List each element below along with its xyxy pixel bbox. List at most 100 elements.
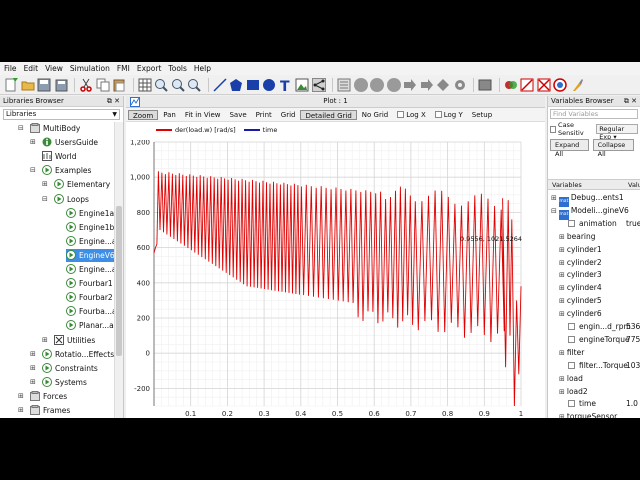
pan-button[interactable]: Pan [159,110,180,120]
variable-value[interactable]: 1.0 [626,397,638,410]
expand-icon[interactable]: ⊞ [551,194,557,202]
detailed-grid-button[interactable]: Detailed Grid [300,109,357,120]
plot-variable-checkbox[interactable] [568,335,575,343]
expand-icon[interactable]: ⊞ [559,388,565,396]
library-item-systems[interactable]: ⊞ Systems [30,376,87,389]
legend-label-time[interactable]: time [263,126,278,134]
collapse-icon[interactable]: ⊟ [18,122,24,135]
check-all-icon[interactable] [353,77,368,92]
variables-column-name[interactable]: Variables [552,180,582,190]
library-item-planar-alytic[interactable]: Planar...alytic [66,319,114,332]
library-item-engine1b[interactable]: Engine1b [66,221,114,234]
variable-value[interactable]: 103 [626,359,640,372]
library-item-constraints[interactable]: ⊞ Constraints [30,362,98,375]
rectangle-tool-icon[interactable] [246,78,260,92]
zoom-fit-icon[interactable] [187,78,201,92]
expand-icon[interactable]: ⊞ [30,362,36,375]
grid-button[interactable]: Grid [277,110,300,120]
expand-all-button[interactable]: Expand All [550,139,589,158]
plot-canvas[interactable]: 1,200 1,000 800 600 400 200 0 -200 0.1 0.2 0.3 0.4 0… [126,140,545,418]
log-x-checkbox[interactable] [397,110,405,118]
expand-icon[interactable]: ⊞ [559,413,565,418]
regex-select[interactable]: Regular Exp ▾ [596,124,638,141]
variable-item-animation[interactable]: animation true [559,217,640,230]
expand-icon[interactable]: ⊞ [559,233,565,241]
variable-item-filter-torque[interactable]: filter...Torque 103 [559,359,640,372]
simulate-icon[interactable] [403,78,417,92]
library-item-engine1a[interactable]: Engine1a [66,207,114,220]
plot-variable-checkbox[interactable] [568,323,575,330]
array-plot-icon[interactable] [553,77,567,92]
variable-value[interactable]: 536 [626,320,640,333]
zoom-out-icon[interactable] [171,78,185,92]
plot-variable-checkbox[interactable] [568,219,575,227]
panel-controls-icon[interactable]: ⧉ ✕ [107,96,120,107]
expand-icon[interactable]: ⊞ [559,246,565,254]
expand-icon[interactable]: ⊞ [18,404,24,417]
open-folder-icon[interactable] [21,78,35,92]
save-all-icon[interactable] [54,78,68,92]
variable-item-load[interactable]: ⊞ load [559,372,583,385]
library-item-rotatio-effects[interactable]: ⊞ Rotatio...Effects [30,348,114,361]
validate-icon[interactable] [386,77,401,92]
log-x-option[interactable]: Log X [393,110,430,120]
no-grid-button[interactable]: No Grid [358,110,392,120]
library-item-examples[interactable]: ⊟ Examples [30,164,91,177]
library-item-frames[interactable]: ⊞ Frames [18,404,70,417]
expand-icon[interactable]: ⊞ [30,376,36,389]
menu-help[interactable]: Help [194,64,211,73]
polygon-tool-icon[interactable] [229,78,243,92]
libraries-combo[interactable]: Libraries ▼ [3,109,120,120]
plot-window-icon[interactable] [478,78,492,92]
variable-item-engin-d-rpm[interactable]: engin...d_rpm 536 [559,320,640,333]
case-sensitive-checkbox[interactable] [550,125,557,133]
variable-item-modeli-ginev6[interactable]: ⊟ mat Modeli...gineV6 [551,204,629,220]
variable-item-cylinder4[interactable]: ⊞ cylinder4 [559,281,602,294]
zoom-button[interactable]: Zoom [128,109,159,120]
menu-file[interactable]: File [4,64,17,73]
check-model-icon[interactable] [337,78,351,92]
library-item-loops[interactable]: ⊟ Loops [42,193,89,206]
collapse-icon[interactable]: ⊟ [551,207,557,215]
library-item-fourbar2[interactable]: Fourbar2 [66,291,113,304]
grid-icon[interactable] [138,78,152,92]
library-item-world[interactable]: World [42,150,77,163]
line-tool-icon[interactable] [212,77,227,92]
copy-icon[interactable] [96,78,110,92]
variable-value[interactable]: 775 [626,333,640,346]
variable-item-filter[interactable]: ⊞ filter [559,346,584,359]
expand-icon[interactable]: ⊞ [42,178,48,191]
variable-item-enginetorque[interactable]: engineTorque 775 [559,333,640,346]
find-variables-input[interactable]: Find Variables [550,109,638,119]
ellipse-tool-icon[interactable] [262,78,276,92]
setup-button[interactable]: Setup [468,110,496,120]
expand-icon[interactable]: ⊞ [559,297,565,305]
library-item-fourba-alytic[interactable]: Fourba...alytic [66,305,114,318]
menu-simulation[interactable]: Simulation [70,64,110,73]
library-item-engine-alytic[interactable]: Engine...alytic [66,235,114,248]
menu-fmi[interactable]: FMI [117,64,130,73]
instantiate-icon[interactable] [370,77,384,92]
log-y-checkbox[interactable] [434,110,442,118]
expand-icon[interactable]: ⊞ [559,271,565,279]
menu-view[interactable]: View [45,64,63,73]
plot-variable-checkbox[interactable] [568,361,575,369]
library-item-engine-alytic[interactable]: Engine...alytic [66,263,114,276]
library-item-fourbar1[interactable]: Fourbar1 [66,277,113,290]
menu-export[interactable]: Export [137,64,162,73]
expand-icon[interactable]: ⊞ [30,136,36,149]
cut-icon[interactable] [79,78,93,92]
variable-item-debug-ents1[interactable]: ⊞ mat Debug...ents1 [551,191,624,207]
library-item-elementary[interactable]: ⊞ Elementary [42,178,110,191]
expand-icon[interactable]: ⊞ [42,334,48,347]
library-item-multibody[interactable]: ⊟ MultiBody [18,122,80,135]
print-button[interactable]: Print [252,110,276,120]
clean-icon[interactable] [570,78,584,92]
collapse-icon[interactable]: ⊟ [42,193,48,206]
connect-mode-icon[interactable] [311,77,326,92]
menu-tools[interactable]: Tools [168,64,186,73]
variable-item-load2[interactable]: ⊞ load2 [559,385,588,398]
variable-item-cylinder1[interactable]: ⊞ cylinder1 [559,243,602,256]
variable-item-bearing[interactable]: ⊞ bearing [559,230,596,243]
fmi-export-icon[interactable] [453,78,467,92]
